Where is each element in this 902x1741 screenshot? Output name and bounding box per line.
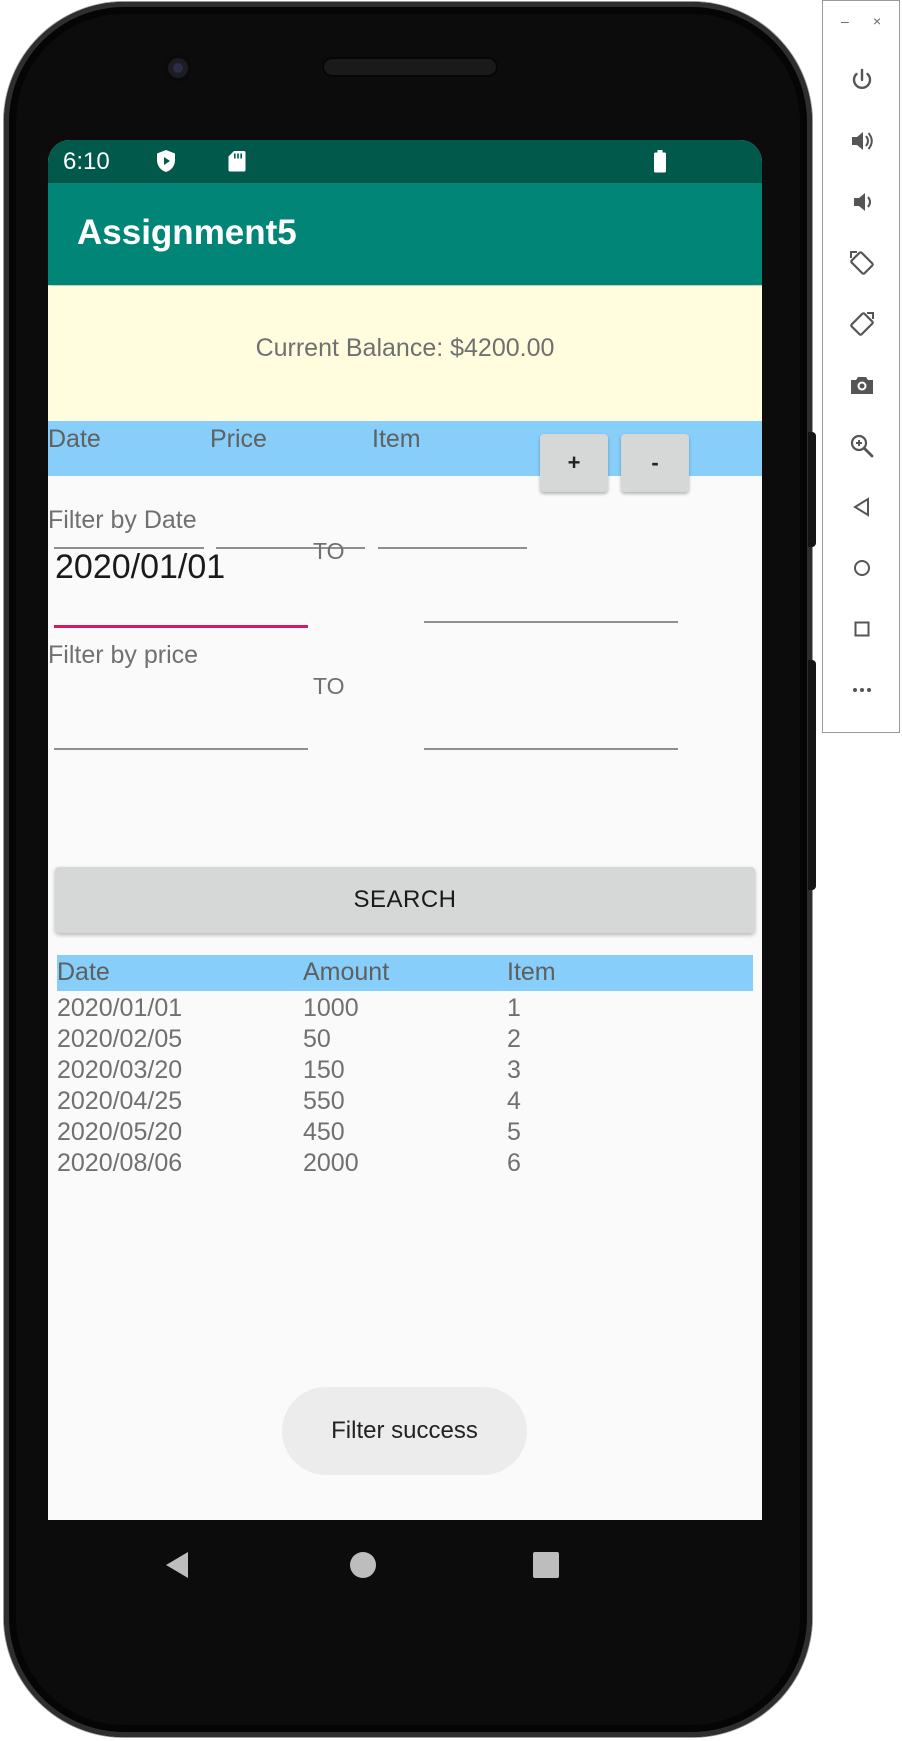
cell-date: 2020/05/20 xyxy=(57,1118,183,1146)
table-row: 2020/02/05 50 2 xyxy=(57,1025,753,1060)
cell-amount: 150 xyxy=(303,1056,345,1084)
nav-overview-icon[interactable] xyxy=(532,1551,560,1579)
volume-down-icon[interactable] xyxy=(847,187,877,217)
price-to-input[interactable] xyxy=(424,688,678,750)
cell-item: 2 xyxy=(507,1025,521,1053)
toast-message: Filter success xyxy=(282,1387,527,1475)
cell-item: 6 xyxy=(507,1149,521,1177)
current-balance-text: Current Balance: $4200.00 xyxy=(255,334,555,362)
table-row: 2020/03/20 150 3 xyxy=(57,1056,753,1091)
header-date: Date xyxy=(48,425,101,453)
minimize-button[interactable]: – xyxy=(841,13,849,29)
power-side-button xyxy=(808,432,816,547)
rotate-right-icon[interactable] xyxy=(847,309,877,339)
more-icon[interactable] xyxy=(847,675,877,705)
table-row: 2020/01/01 1000 1 xyxy=(57,994,753,1029)
price-from-input[interactable] xyxy=(54,688,308,750)
cell-date: 2020/08/06 xyxy=(57,1149,183,1177)
date-to-label: TO xyxy=(313,538,345,564)
app-screen: 6:10 Assignment5 Current Balance: $4200.… xyxy=(48,140,762,1520)
nav-home-icon[interactable] xyxy=(348,1550,378,1580)
cell-item: 3 xyxy=(507,1056,521,1084)
table-row: 2020/05/20 450 5 xyxy=(57,1118,753,1153)
add-button[interactable]: + xyxy=(540,434,608,492)
column-item: Item xyxy=(507,958,556,986)
front-camera xyxy=(164,54,192,82)
battery-icon xyxy=(654,150,666,173)
header-price: Price xyxy=(210,425,267,453)
overview-icon[interactable] xyxy=(847,614,877,644)
back-icon[interactable] xyxy=(847,492,877,522)
filter-date-label: Filter by Date xyxy=(48,506,197,534)
earpiece-speaker xyxy=(322,57,498,77)
status-time: 6:10 xyxy=(63,148,110,175)
volume-up-icon[interactable] xyxy=(847,126,877,156)
navigation-bar xyxy=(48,1520,762,1610)
balance-panel: Current Balance: $4200.00 xyxy=(48,286,762,421)
cell-amount: 450 xyxy=(303,1118,345,1146)
cell-date: 2020/02/05 xyxy=(57,1025,183,1053)
results-table-header: Date Amount Item xyxy=(57,955,753,991)
cell-amount: 50 xyxy=(303,1025,331,1053)
cell-date: 2020/01/01 xyxy=(57,994,183,1022)
remove-button[interactable]: - xyxy=(621,434,689,492)
date-from-value: 2020/01/01 xyxy=(55,548,226,586)
date-from-input[interactable]: 2020/01/01 xyxy=(54,535,308,628)
table-row: 2020/08/06 2000 6 xyxy=(57,1149,753,1184)
table-row: 2020/04/25 550 4 xyxy=(57,1087,753,1122)
status-bar: 6:10 xyxy=(48,140,762,183)
sd-card-icon xyxy=(228,151,246,172)
date-to-input[interactable] xyxy=(424,563,678,623)
cell-item: 5 xyxy=(507,1118,521,1146)
camera-icon[interactable] xyxy=(847,370,877,400)
column-amount: Amount xyxy=(303,958,390,986)
filter-price-label: Filter by price xyxy=(48,641,199,669)
search-button[interactable]: SEARCH xyxy=(55,867,755,933)
cell-item: 1 xyxy=(507,994,521,1022)
power-icon[interactable] xyxy=(847,65,877,95)
header-item: Item xyxy=(372,425,421,453)
nav-back-icon[interactable] xyxy=(162,1550,192,1580)
column-date: Date xyxy=(57,958,110,986)
emulator-toolbar: – × xyxy=(822,0,900,733)
close-button[interactable]: × xyxy=(873,13,881,29)
shield-play-icon xyxy=(157,150,175,172)
zoom-icon[interactable] xyxy=(847,431,877,461)
volume-side-button xyxy=(808,660,816,890)
cell-date: 2020/03/20 xyxy=(57,1056,183,1084)
cell-item: 4 xyxy=(507,1087,521,1115)
app-title: Assignment5 xyxy=(77,213,297,252)
price-to-label: TO xyxy=(313,673,345,699)
rotate-left-icon[interactable] xyxy=(847,248,877,278)
cell-date: 2020/04/25 xyxy=(57,1087,183,1115)
item-input[interactable] xyxy=(378,487,527,549)
app-bar: Assignment5 xyxy=(48,183,762,285)
home-icon[interactable] xyxy=(847,553,877,583)
cell-amount: 550 xyxy=(303,1087,345,1115)
cell-amount: 2000 xyxy=(303,1149,359,1177)
cell-amount: 1000 xyxy=(303,994,359,1022)
